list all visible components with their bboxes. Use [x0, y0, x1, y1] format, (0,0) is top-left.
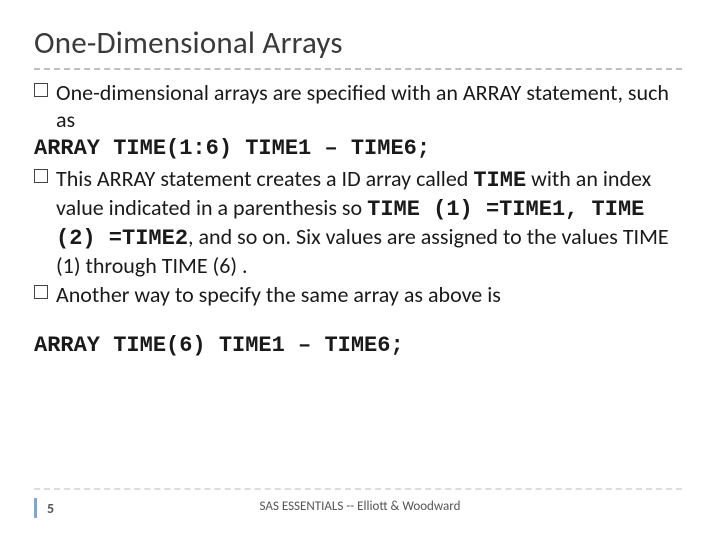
bullet-2: This ARRAY statement creates a ID array …	[34, 166, 686, 279]
bullet-1: One-dimensional arrays are specified wit…	[34, 80, 686, 134]
bullet-2-code-time: TIME	[473, 168, 526, 193]
footer-rule	[34, 488, 682, 490]
bullet-marker-icon	[34, 169, 48, 183]
bullet-2-text-a: This ARRAY statement creates a ID array …	[56, 165, 473, 192]
content-area: One-dimensional arrays are specified wit…	[34, 80, 686, 359]
code-line-1: ARRAY TIME(1:6) TIME1 – TIME6;	[34, 136, 686, 163]
bullet-marker-icon	[34, 285, 48, 299]
bullet-3-text: Another way to specify the same array as…	[56, 281, 501, 308]
slide-title: One-Dimensional Arrays	[34, 24, 343, 62]
code-line-2: ARRAY TIME(6) TIME1 – TIME6;	[34, 333, 686, 360]
footer-text: SAS ESSENTIALS -- Elliott & Woodward	[0, 499, 720, 514]
bullet-1-text: One-dimensional arrays are specified wit…	[56, 79, 669, 133]
slide: One-Dimensional Arrays One-dimensional a…	[0, 0, 720, 540]
bullet-3: Another way to specify the same array as…	[34, 282, 686, 309]
title-rule	[34, 68, 682, 70]
bullet-marker-icon	[34, 83, 48, 97]
